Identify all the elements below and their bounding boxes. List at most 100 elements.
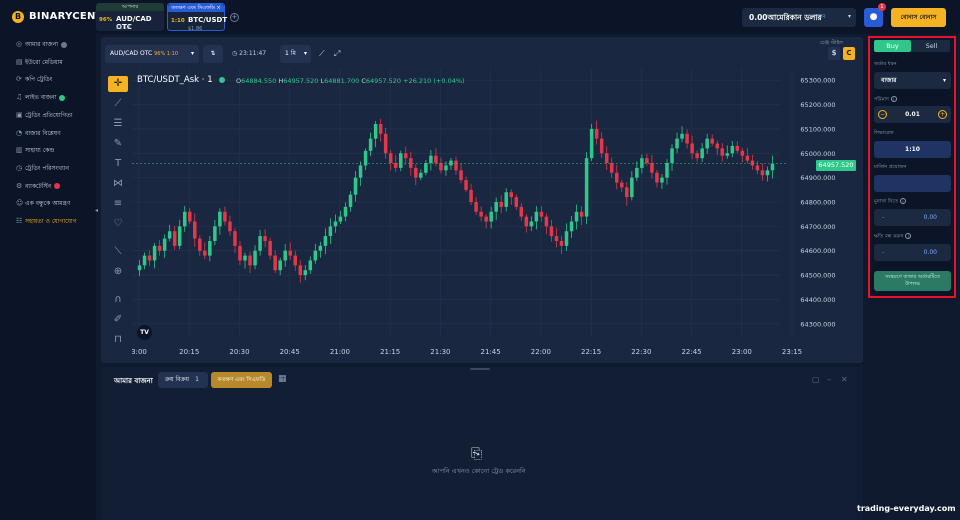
bonus-button[interactable]: বোনাস বোনাস <box>891 8 946 27</box>
asset-tab-btc-usdt[interactable]: কতক্ষণ এবং সিএফডি × 1:10 BTC/USDT $1.86 <box>167 3 227 32</box>
chevron-left-icon[interactable]: ◂ <box>95 207 100 217</box>
balance-selector[interactable]: 0.00আমেরিকান ডলার বাস্তব ▾ <box>742 8 856 27</box>
close-icon[interactable]: ✕ <box>841 375 848 384</box>
candle-body <box>554 236 559 241</box>
sidebar-item[interactable]: ⟳ কপি ট্রেডিং <box>16 73 96 85</box>
sidebar-item[interactable]: ☺ এক বন্ধুকে আমন্ত্রণ <box>16 197 96 209</box>
pencil-lock-icon[interactable]: ✐ <box>108 312 128 328</box>
plus-icon[interactable]: + <box>938 110 947 119</box>
amount-stepper[interactable]: − 0.01 + <box>874 106 951 123</box>
place-order-button[interactable]: সংস্করণে বাজার অর্ডারটিতে উপলব্ধ <box>874 271 951 291</box>
candle-body <box>484 216 488 222</box>
zoom-icon[interactable]: ⊕ <box>108 264 128 280</box>
candle-body <box>378 124 383 134</box>
sidebar-item-icon: ☷ <box>16 217 23 225</box>
layout-icon[interactable]: ▢ <box>812 375 820 384</box>
ruler-icon[interactable]: ⟍ <box>108 244 128 260</box>
order-type-select[interactable]: বাজার ▾ <box>874 72 951 89</box>
take-profit-input[interactable]: - 0.00 <box>874 209 951 226</box>
x-tick-label: 21:15 <box>380 348 400 354</box>
brush-icon[interactable]: ✎ <box>108 136 128 152</box>
take-profit-label: মুনাফা নিতে i <box>874 198 907 207</box>
stop-loss-input[interactable]: - 0.00 <box>874 244 951 261</box>
x-tick-label: 21:00 <box>330 348 350 354</box>
sidebar-item[interactable]: ⚙ ব্যাকটেস্টিং <box>16 180 96 192</box>
sidebar-item[interactable]: ☷ সহায়তা ও যোগাযোগ <box>16 215 96 227</box>
current-price-label: 64957.520 <box>816 160 856 171</box>
pattern-icon[interactable]: ⋈ <box>108 176 128 192</box>
currency-dollar-button[interactable]: $ <box>828 47 840 60</box>
calendar-icon[interactable]: ▦ <box>278 374 287 384</box>
fib-icon[interactable]: ≡ <box>108 196 128 212</box>
plus-icon[interactable]: + <box>230 13 239 22</box>
info-icon[interactable]: i <box>900 198 907 204</box>
candle-body <box>579 211 584 217</box>
symbol-selector[interactable]: AUD/CAD OTC 96% 1:10 ▾ <box>105 45 199 63</box>
price-chart[interactable]: 65300.000 65200.000 65100.000 65000.000 6490… <box>132 68 860 354</box>
fullscreen-icon[interactable]: ⤢ <box>334 45 340 63</box>
sidebar-item[interactable]: ▤ ইউরো মেডিয়াম <box>16 56 96 68</box>
ohlc-open: 64884.550 <box>241 77 277 85</box>
y-tick-label: 64800.000 <box>800 199 835 207</box>
buy-tab[interactable]: Buy <box>874 40 911 52</box>
leverage-field[interactable]: 1:10 <box>874 141 951 158</box>
candle-body <box>323 236 328 246</box>
tab-cfd[interactable]: কতক্ষণ এবং সিএফডি <box>211 372 272 388</box>
x-tick-label: 21:45 <box>481 348 501 354</box>
candle-body <box>464 180 468 190</box>
candle-body <box>625 187 629 198</box>
candle-body <box>584 158 589 217</box>
sidebar-item[interactable]: ◔ বাজার বিশ্লেষণ <box>16 127 96 139</box>
sidebar-item[interactable]: ♫ লাইভ বাজনা <box>16 91 96 103</box>
sidebar-item[interactable]: ▥ সাহায্য কেন্দ্র <box>16 144 96 156</box>
asset-tab-aud-cad[interactable]: আপনার 96% AUD/CAD OTC $1.13 <box>96 3 164 31</box>
candle-body <box>529 221 534 227</box>
tab-trades[interactable]: ক্রয় বিক্রয় 1 <box>158 372 208 388</box>
sidebar-item-icon: ▥ <box>16 146 23 155</box>
indicators-icon[interactable]: ⇅ <box>203 45 223 63</box>
sidebar-item-icon: ♫ <box>16 93 23 102</box>
text-icon[interactable]: T <box>108 156 128 172</box>
sidebar-item[interactable]: ◎ আমার বাজনা <box>16 38 96 50</box>
candle-body <box>419 172 423 178</box>
ohlc-close: 64957.520 <box>365 77 402 85</box>
x-tick-label: 21:30 <box>430 348 450 354</box>
horizontal-lines-icon[interactable]: ☰ <box>108 116 128 132</box>
chart-type-icon[interactable]: ⟋ <box>319 45 325 63</box>
sell-tab[interactable]: Sell <box>913 40 950 52</box>
timer: ◷ 23:11:47 <box>232 45 266 63</box>
heart-icon[interactable]: ♡ <box>108 216 128 232</box>
candle-body <box>358 165 363 178</box>
ohlc-change: +26.210 (+0.04%) <box>403 77 465 85</box>
x-tick-label: 22:30 <box>631 348 651 354</box>
magnet-icon[interactable]: ∩ <box>108 292 128 308</box>
currency-c-button[interactable]: C <box>843 47 855 60</box>
timeframe-selector[interactable]: 1 মি ▾ <box>280 45 311 63</box>
candle-body <box>142 255 147 266</box>
chevron-down-icon: ▾ <box>847 13 851 20</box>
candle-body <box>152 245 157 261</box>
candle-body <box>193 221 197 239</box>
candle-body <box>665 163 669 178</box>
info-icon[interactable]: i <box>905 233 912 239</box>
candle-body <box>640 158 644 168</box>
candle-body <box>248 255 252 266</box>
sidebar-item[interactable]: ▣ ট্রেডিং প্রতিযোগিতা <box>16 109 96 121</box>
candle-body <box>760 170 765 176</box>
crosshair-icon[interactable]: ✛ <box>108 76 128 92</box>
candle-body <box>504 192 508 207</box>
symbol-percent: 96% 1:10 <box>154 51 179 57</box>
minimize-icon[interactable]: – <box>827 375 831 384</box>
symbol-name: AUD/CAD OTC <box>110 50 153 57</box>
y-tick-label: 65200.000 <box>800 101 835 109</box>
amount-label-text: পরিমাণ <box>874 96 889 103</box>
sidebar-item-icon: ◔ <box>16 128 23 137</box>
lock-icon[interactable]: ⊓ <box>108 332 128 348</box>
resize-handle[interactable] <box>470 368 490 370</box>
info-icon[interactable]: i <box>890 96 897 102</box>
sidebar-item-icon: ◎ <box>16 40 23 48</box>
trend-line-icon[interactable]: ⟋ <box>108 96 128 112</box>
sidebar-item[interactable]: ◷ ট্রেডিং পরিসংখ্যান <box>16 162 96 174</box>
timeframe-value: 1 মি <box>285 50 296 57</box>
candle-body <box>318 245 323 251</box>
